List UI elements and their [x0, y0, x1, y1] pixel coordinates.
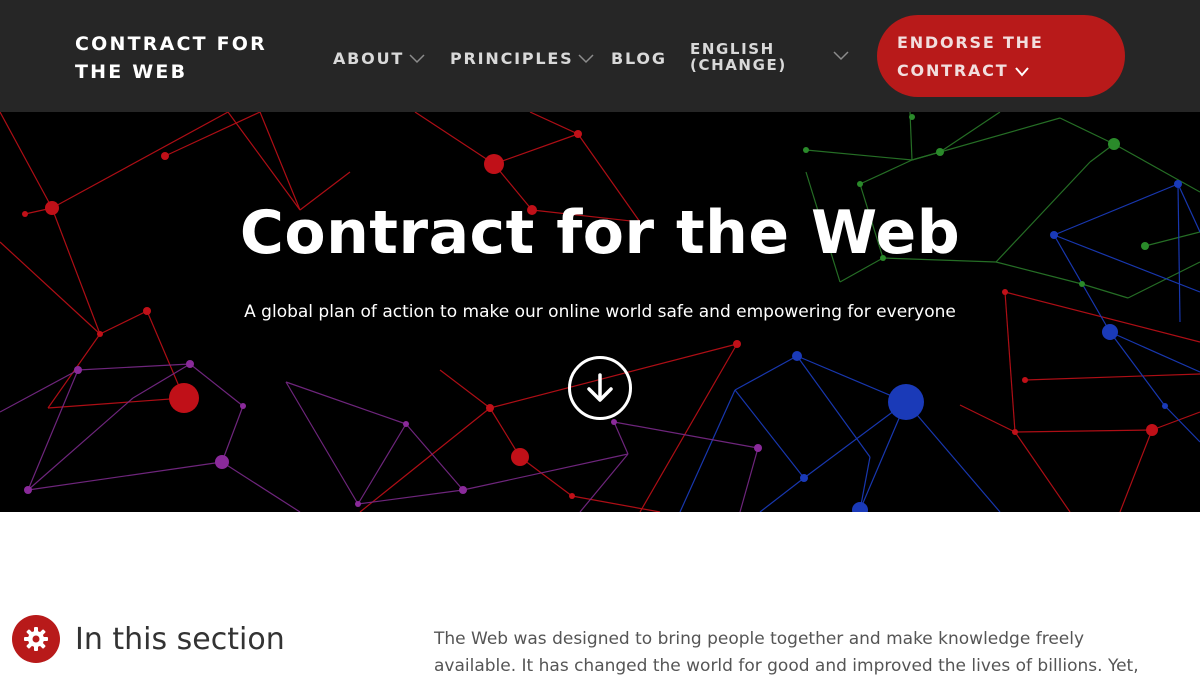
nav-principles-label: PRINCIPLES	[450, 48, 574, 68]
chevron-down-icon	[833, 48, 849, 64]
endorse-contract-button[interactable]: ENDORSE THE CONTRACT	[877, 15, 1125, 97]
hero-subtitle: A global plan of action to make our onli…	[244, 302, 956, 322]
nav-about-label: ABOUT	[333, 48, 405, 68]
scroll-down-button[interactable]	[568, 356, 632, 420]
hero-banner: Contract for the Web A global plan of ac…	[0, 112, 1200, 512]
arrow-down-circle-icon	[587, 373, 613, 402]
gear-icon	[24, 627, 48, 651]
hero-title: Contract for the Web	[239, 198, 961, 268]
chevron-down-icon	[578, 49, 594, 68]
intro-paragraph: The Web was designed to bring people tog…	[434, 629, 1139, 676]
nav-blog[interactable]: BLOG	[611, 46, 667, 70]
cookie-settings-button[interactable]	[12, 615, 60, 663]
chevron-down-icon	[1014, 58, 1030, 86]
language-label: ENGLISH (CHANGE)	[690, 40, 787, 74]
nav-blog-label: BLOG	[611, 48, 667, 68]
nav-about[interactable]: ABOUT	[333, 46, 425, 70]
language-selector[interactable]: ENGLISH (CHANGE)	[690, 40, 860, 76]
nav-principles[interactable]: PRINCIPLES	[450, 46, 594, 70]
site-logo[interactable]: CONTRACT FOR THE WEB	[75, 30, 315, 86]
top-navbar: CONTRACT FOR THE WEB ABOUT PRINCIPLES BL…	[0, 0, 1200, 112]
section-heading: In this section	[75, 622, 285, 657]
chevron-down-icon	[409, 49, 425, 68]
